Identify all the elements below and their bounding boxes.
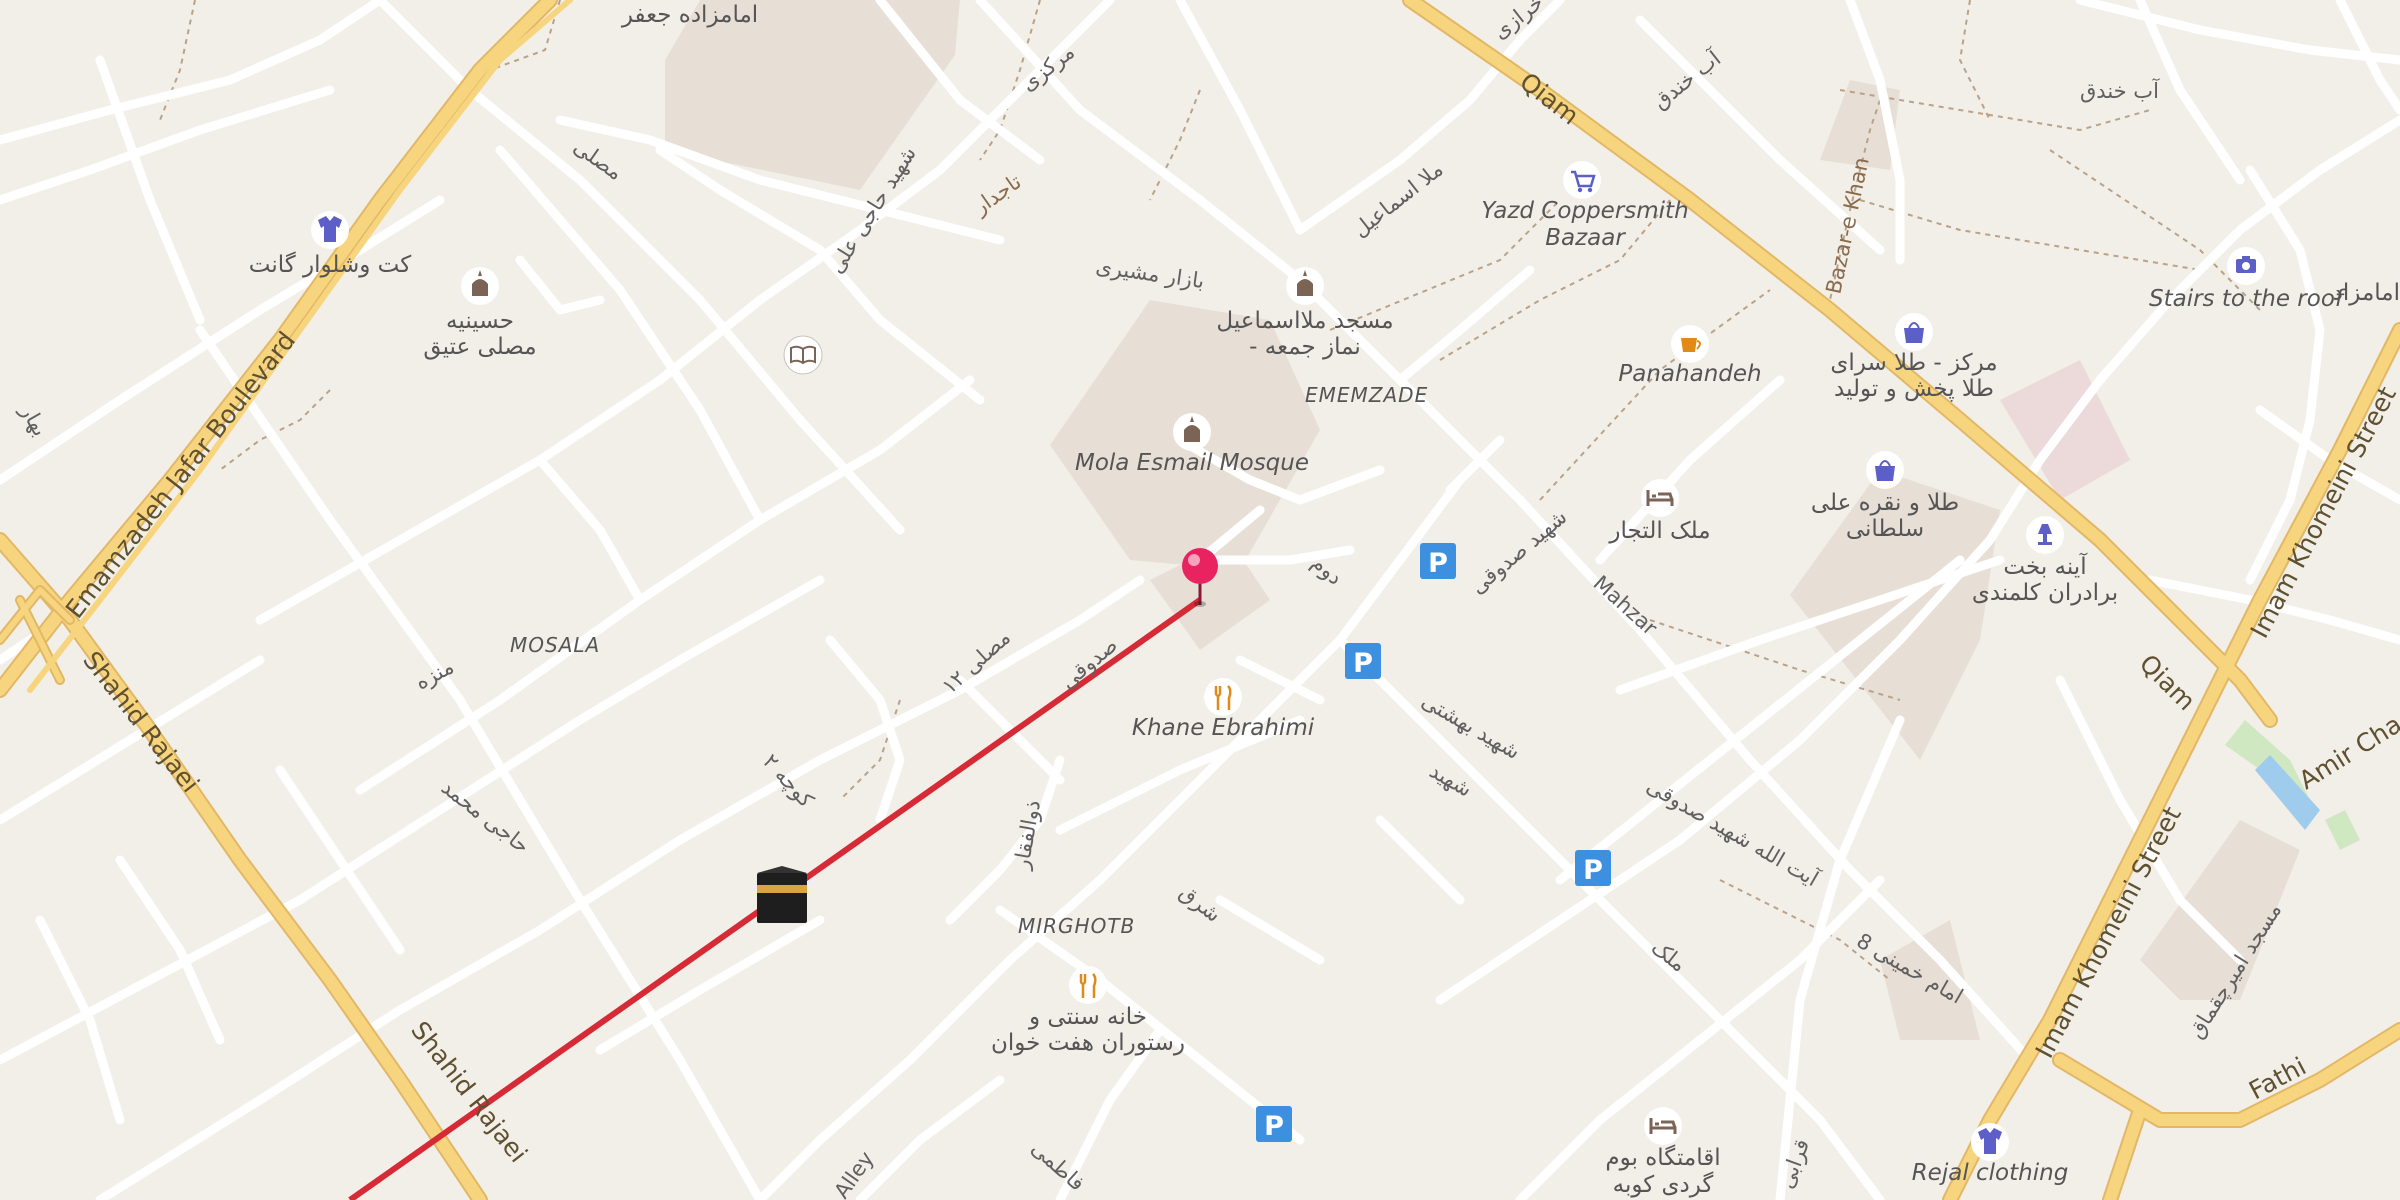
hotel-icon[interactable] <box>1641 479 1679 517</box>
parking-icon[interactable]: P <box>1345 643 1381 679</box>
street-label-qiam-1: Qiam <box>1514 67 1584 131</box>
parking-icons: P P P P <box>1256 543 1611 1142</box>
street-label-koocheh-2: کوچه ۲ <box>758 749 818 812</box>
parking-icon[interactable]: P <box>1420 543 1456 579</box>
street-label-shahid-sadoughi: شهید صدوقی <box>1466 505 1572 599</box>
poi-label-markaz-tala-1: مرکز - طلا سرای <box>1830 350 1997 376</box>
mosque-icon[interactable] <box>1286 267 1324 305</box>
poi-label-hosseinieh-1: حسینیه <box>446 308 514 334</box>
poi-label-panahandeh: Panahandeh <box>1618 361 1761 387</box>
clothing-icon[interactable] <box>1971 1123 2009 1161</box>
svg-text:P: P <box>1353 648 1373 679</box>
street-label-mola-esmail: ملا اسماعیل <box>1348 157 1447 242</box>
poi-label-molk-tojjar: ملک التجار <box>1608 518 1710 544</box>
street-label-bazar-moshiri: بازار مشیری <box>1094 254 1206 293</box>
poi-label-kot-shalvar: کت وشلوار گانت <box>249 251 412 278</box>
street-label-amir-cha: Amir Cha <box>2294 709 2400 795</box>
poi-label-ayene-bakht-2: برادران کلمندی <box>1972 580 2118 606</box>
svg-text:P: P <box>1264 1111 1284 1142</box>
poi-label-stairs: Stairs to the roof <box>2149 286 2346 312</box>
street-label-emamzadeh-jafar: Emamzadeh Jafar Boulevard <box>60 326 301 623</box>
poi-label-masjed-mola-1: مسجد ملااسماعیل <box>1216 308 1393 334</box>
poi-label-emamzadeh-jafar: امامزاده جعفر <box>621 2 758 28</box>
street-label-mahzar: Mahzar <box>1589 571 1662 640</box>
poi-label-tala-noghre-1: طلا و نقره علی <box>1811 490 1959 516</box>
restaurant-icon[interactable] <box>1204 678 1242 716</box>
shopping-cart-icon[interactable] <box>1563 161 1601 199</box>
street-label-shargh: شرق <box>1175 880 1226 927</box>
street-label-shahid-rajaei-1: Shahid Rajaei <box>77 646 205 798</box>
parking-icon[interactable]: P <box>1575 850 1611 886</box>
poi-label-rejal-clothing: Rejal clothing <box>1912 1160 2069 1186</box>
poi-label-yazd-coppersmith-1: Yazd Coppersmith <box>1481 198 1688 224</box>
lamp-icon[interactable] <box>2026 516 2064 554</box>
svg-text:P: P <box>1428 548 1448 579</box>
map-canvas[interactable]: MOSALA EMEMZADE MIRGHOTB Emamzadeh Jafar… <box>0 0 2400 1200</box>
poi-label-masjed-mola-2: - نماز جمعه <box>1249 334 1361 360</box>
poi-label-hosseinieh-2: مصلی عتیق <box>423 334 536 360</box>
hotel-icon[interactable] <box>1644 1107 1682 1145</box>
poi-label-tala-noghre-2: سلطانی <box>1846 516 1924 542</box>
restaurant-icon[interactable] <box>1069 966 1107 1004</box>
poi-label-yazd-coppersmith-2: Bazaar <box>1545 225 1626 251</box>
street-label-bahar: بهار <box>15 400 52 441</box>
area-label-mosala: MOSALA <box>510 633 600 657</box>
street-label-haji-mohammad: حاجی محمد <box>437 775 534 858</box>
book-icon[interactable] <box>783 335 823 375</box>
street-label-ab-khandagh-2: آب خندق <box>2080 78 2160 103</box>
clothing-icon[interactable] <box>311 211 349 249</box>
svg-text:P: P <box>1583 855 1603 886</box>
shopping-bag-icon[interactable] <box>1895 313 1933 351</box>
street-label-zolfaghar: ذوالفقار <box>1009 798 1045 872</box>
poi-label-eghamatgah-2: گردی کوبه <box>1613 1171 1714 1198</box>
cafe-icon[interactable] <box>1671 325 1709 363</box>
street-label-molk: ملک <box>1647 935 1691 977</box>
poi-label-markaz-tala-2: طلا پخش و تولید <box>1834 376 1994 402</box>
poi-label-khane-ebrahimi: Khane Ebrahimi <box>1132 715 1315 741</box>
camera-icon[interactable] <box>2227 247 2265 285</box>
street-label-bazar-e-khan: Bazar-e Khan <box>1821 155 1873 296</box>
street-label-tajdar: تاجدار <box>968 169 1025 219</box>
kaaba-icon[interactable] <box>757 866 807 923</box>
poi-label-eghamatgah-1: اقامتگاه بوم <box>1605 1144 1720 1171</box>
poi-label-ayene-bakht-1: آینه بخت <box>2003 552 2088 580</box>
shopping-bag-icon[interactable] <box>1866 451 1904 489</box>
mosque-icon[interactable] <box>461 267 499 305</box>
parking-icon[interactable]: P <box>1256 1106 1292 1142</box>
area-label-mirghotb: MIRGHOTB <box>1018 914 1135 938</box>
poi-label-khane-sonati-2: رستوران هفت خوان <box>991 1030 1185 1056</box>
street-label-qiam-2: Qiam <box>2134 649 2201 716</box>
mosque-icon[interactable] <box>1173 413 1211 451</box>
map-svg: MOSALA EMEMZADE MIRGHOTB Emamzadeh Jafar… <box>0 0 2400 1200</box>
poi-label-mola-esmail: Mola Esmail Mosque <box>1075 450 1309 476</box>
area-label-ememzade: EMEMZADE <box>1305 383 1428 407</box>
street-label-ab-khandagh: آب خندق <box>1648 45 1726 114</box>
poi-label-khane-sonati-1: خانه سنتی و <box>1028 1004 1147 1030</box>
poi-label-emamzadeh-partial: امامزاد <box>2333 280 2400 306</box>
street-label-beheshti: شهید بهشتی <box>1418 689 1525 764</box>
